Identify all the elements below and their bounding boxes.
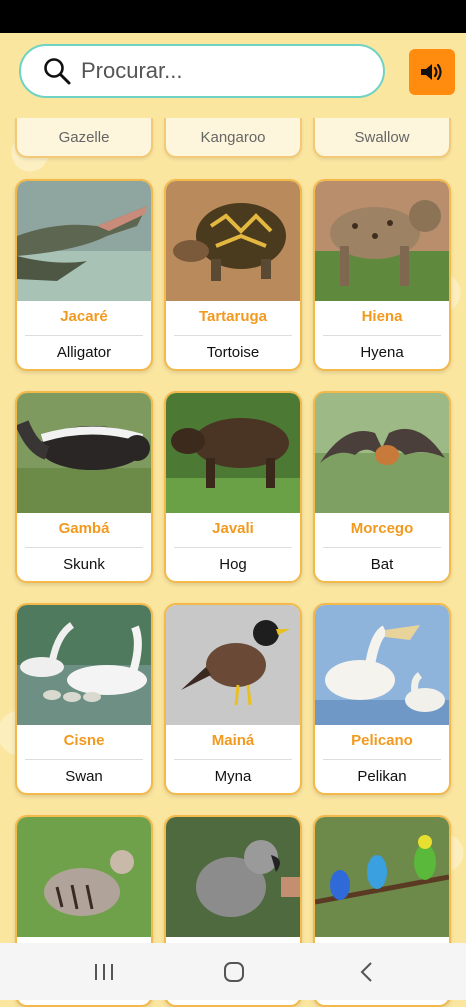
animal-card-myna[interactable]: Mainá Myna xyxy=(164,603,302,795)
home-button[interactable] xyxy=(214,955,254,989)
divider xyxy=(174,759,292,760)
divider xyxy=(25,335,143,336)
divider xyxy=(323,547,441,548)
english-name: Swallow xyxy=(354,128,410,146)
divider xyxy=(174,335,292,336)
animal-card-partial[interactable]: Swallow xyxy=(313,118,451,158)
portuguese-name: Hiena xyxy=(361,308,403,325)
animal-card-swan[interactable]: Cisne Swan xyxy=(15,603,153,795)
sound-button[interactable] xyxy=(409,49,455,95)
search-icon xyxy=(44,58,71,85)
search-input[interactable] xyxy=(79,57,363,85)
portuguese-name: Mainá xyxy=(211,732,255,749)
english-name: Tortoise xyxy=(206,344,260,361)
portuguese-name: Javali xyxy=(212,520,254,537)
parrot-photo xyxy=(166,817,300,937)
recent-apps-button[interactable] xyxy=(84,955,124,989)
divider xyxy=(323,759,441,760)
back-button[interactable] xyxy=(346,955,386,989)
portuguese-name: Gambá xyxy=(58,520,110,537)
animal-card-hyena[interactable]: Hiena Hyena xyxy=(313,179,451,371)
recent-apps-icon xyxy=(95,964,113,980)
myna-photo xyxy=(166,605,300,725)
portuguese-name: Pelicano xyxy=(351,732,413,749)
english-name: Hyena xyxy=(360,344,404,361)
english-name: Skunk xyxy=(63,556,105,573)
hyena-photo xyxy=(315,181,449,301)
system-nav-bar xyxy=(0,943,466,1000)
speaker-icon xyxy=(421,63,442,81)
animal-card-partial[interactable]: Gazelle xyxy=(15,118,153,158)
english-name: Myna xyxy=(214,768,252,785)
budgie-photo xyxy=(315,817,449,937)
animal-card-partial[interactable]: Kangaroo xyxy=(164,118,302,158)
search-bar[interactable] xyxy=(19,44,385,98)
back-icon xyxy=(360,962,372,982)
portuguese-name: Cisne xyxy=(63,732,105,749)
divider xyxy=(174,547,292,548)
divider xyxy=(323,335,441,336)
partridge-photo xyxy=(17,817,151,937)
portuguese-name: Jacaré xyxy=(60,308,108,325)
animal-card-skunk[interactable]: Gambá Skunk xyxy=(15,391,153,583)
skunk-photo xyxy=(17,393,151,513)
portuguese-name: Morcego xyxy=(350,520,414,537)
animal-card-bat[interactable]: Morcego Bat xyxy=(313,391,451,583)
animal-card-pelikan[interactable]: Pelicano Pelikan xyxy=(313,603,451,795)
status-bar xyxy=(0,0,466,33)
hog-photo xyxy=(166,393,300,513)
english-name: Pelikan xyxy=(357,768,407,785)
divider xyxy=(25,759,143,760)
english-name: Bat xyxy=(370,556,394,573)
divider xyxy=(25,547,143,548)
animal-card-alligator[interactable]: Jacaré Alligator xyxy=(15,179,153,371)
animal-card-tortoise[interactable]: Tartaruga Tortoise xyxy=(164,179,302,371)
swan-photo xyxy=(17,605,151,725)
english-name: Kangaroo xyxy=(200,128,266,146)
english-name: Alligator xyxy=(56,344,112,361)
alligator-photo xyxy=(17,181,151,301)
english-name: Gazelle xyxy=(58,128,110,146)
bat-photo xyxy=(315,393,449,513)
english-name: Hog xyxy=(219,556,247,573)
portuguese-name: Tartaruga xyxy=(198,308,268,325)
tortoise-photo xyxy=(166,181,300,301)
animal-card-hog[interactable]: Javali Hog xyxy=(164,391,302,583)
home-icon xyxy=(224,962,244,982)
pelican-photo xyxy=(315,605,449,725)
partial-card-row: Gazelle Kangaroo Swallow xyxy=(0,118,466,160)
english-name: Swan xyxy=(65,768,103,785)
